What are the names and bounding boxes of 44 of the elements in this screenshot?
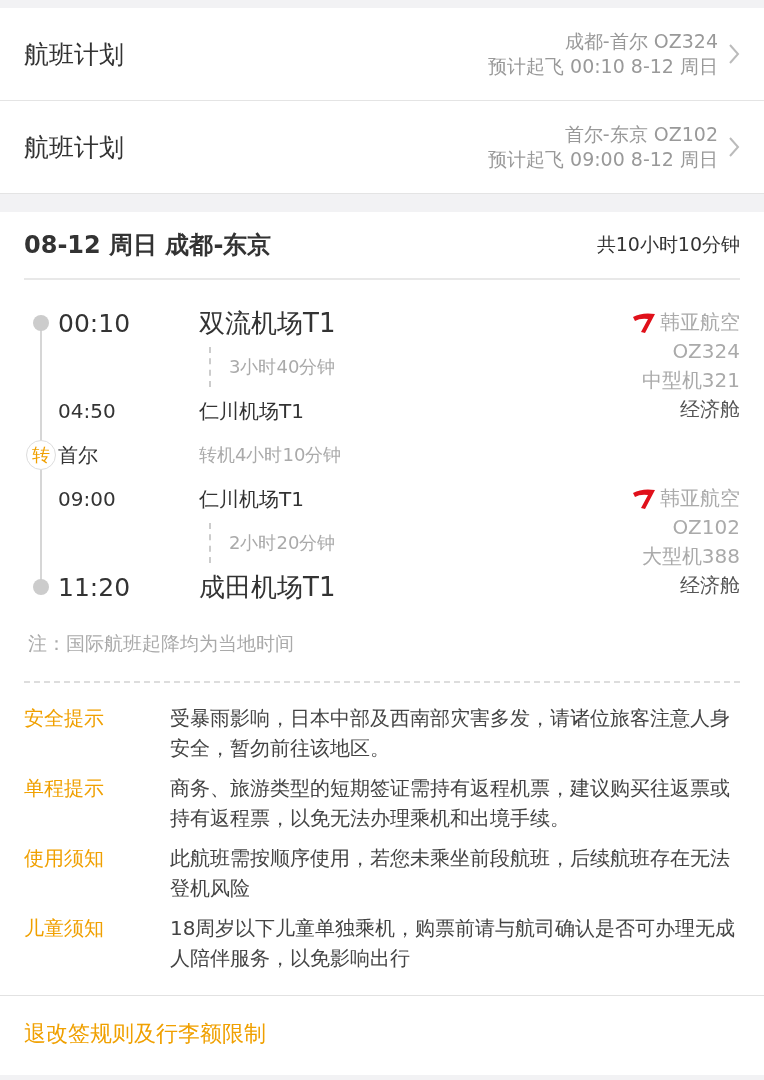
flight-plan-title: 航班计划 (24, 131, 125, 164)
airline-name: 韩亚航空 (660, 309, 740, 336)
notice-label: 儿童须知 (24, 915, 105, 942)
flight-duration: 2小时20分钟 (229, 531, 336, 555)
flight-plan-row[interactable]: 航班计划 成都-首尔 OZ324 预计起飞 00:10 8-12 周日 (0, 8, 764, 101)
aircraft-type: 大型机388 (641, 543, 740, 570)
flight-number: OZ102 (672, 514, 740, 541)
departure-estimate: 预计起飞 00:10 8-12 周日 (488, 54, 718, 79)
departure-estimate: 预计起飞 09:00 8-12 周日 (488, 147, 718, 172)
notice-text: 此航班需按顺序使用，若您未乘坐前段航班，后续航班存在无法登机风险 (170, 845, 731, 902)
airline-name: 韩亚航空 (660, 485, 740, 512)
chevron-right-icon (728, 136, 740, 158)
flight-duration: 3小时40分钟 (229, 355, 336, 379)
arrival-time: 04:50 (58, 399, 117, 423)
flight-plan-row[interactable]: 航班计划 首尔-东京 OZ102 预计起飞 09:00 8-12 周日 (0, 101, 764, 194)
flight-plan-title: 航班计划 (24, 38, 125, 71)
total-duration: 共10小时10分钟 (596, 232, 740, 257)
departure-time: 00:10 (58, 308, 132, 338)
arrival-time: 11:20 (58, 572, 132, 602)
arrival-airport: 仁川机场T1 (199, 397, 304, 425)
departure-time: 09:00 (58, 487, 117, 511)
notice-text: 受暴雨影响，日本中部及西南部灾害多发，请诸位旅客注意人身安全，暂勿前往该地区。 (170, 705, 731, 762)
cabin-class: 经济舱 (680, 396, 740, 423)
flight-route: 首尔-东京 OZ102 (564, 122, 718, 147)
date-route: 08-12 周日 成都-东京 (24, 230, 272, 261)
transfer-city: 首尔 (58, 441, 99, 469)
chevron-right-icon (728, 43, 740, 65)
notice-text: 18周岁以下儿童单独乘机，购票前请与航司确认是否可办理无成人陪伴服务，以免影响出行 (170, 915, 737, 972)
notice-label: 单程提示 (24, 775, 105, 802)
aircraft-type: 中型机321 (641, 367, 740, 394)
note-text: 注：国际航班起降均为当地时间 (24, 609, 740, 683)
flight-number: OZ324 (672, 338, 740, 365)
notice-text: 商务、旅游类型的短期签证需持有返程机票，建议购买往返票或持有返程票，以免无法办理乘机和出境手续。 (170, 775, 731, 832)
transfer-duration: 转机4小时10分钟 (199, 443, 343, 467)
flight-route: 成都-首尔 OZ324 (564, 29, 718, 54)
cabin-class: 经济舱 (680, 572, 740, 599)
arrival-airport: 成田机场T1 (199, 570, 336, 604)
departure-airport: 双流机场T1 (199, 306, 336, 340)
airline-logo-icon (632, 487, 656, 510)
notice-label: 安全提示 (24, 705, 105, 732)
airline-logo-icon (632, 311, 656, 334)
notice-label: 使用须知 (24, 845, 105, 872)
transfer-badge: 转 (26, 440, 56, 470)
departure-airport: 仁川机场T1 (199, 485, 304, 513)
